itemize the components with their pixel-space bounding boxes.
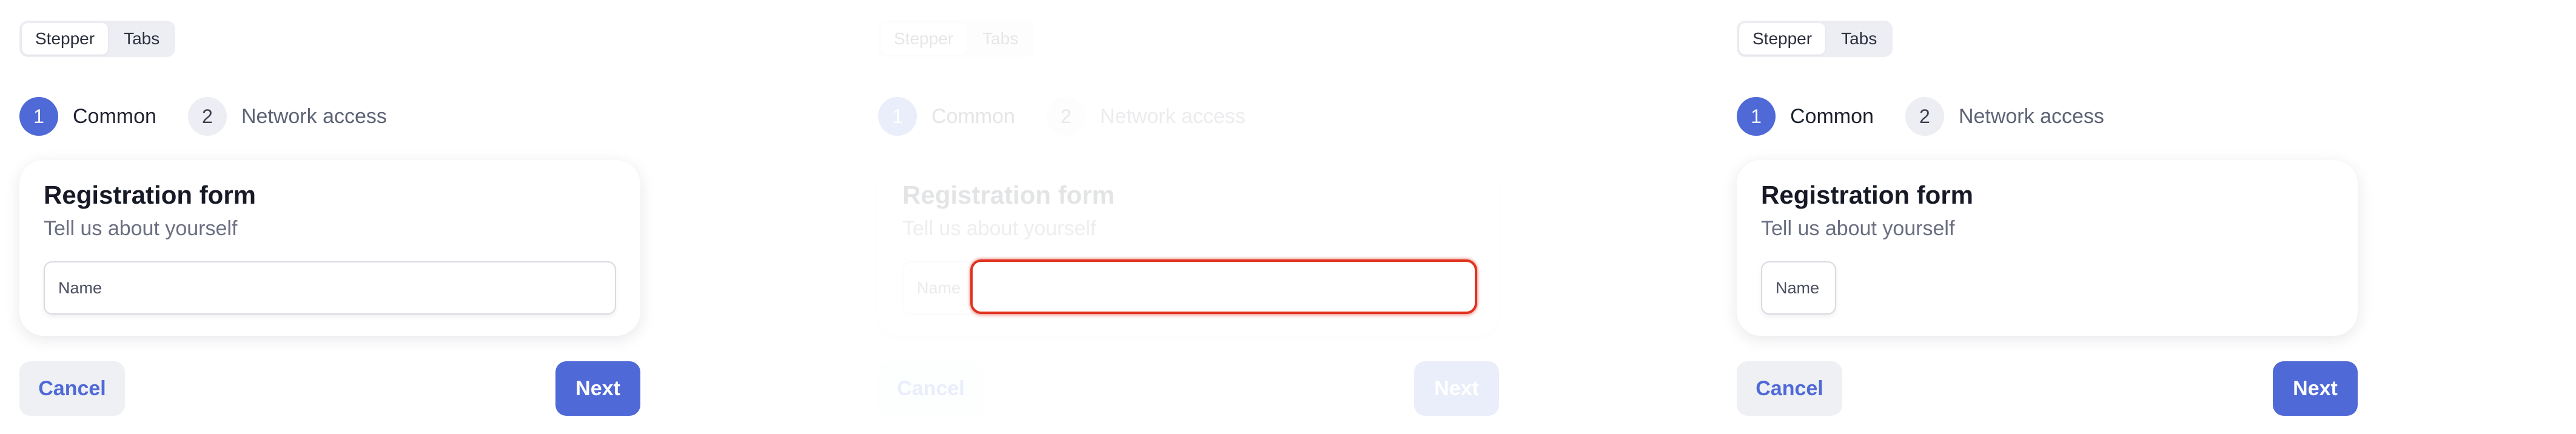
step-number: 2 bbox=[1905, 97, 1944, 136]
card-title: Registration form bbox=[902, 181, 1115, 209]
step-number: 1 bbox=[1737, 97, 1776, 136]
card-title: Registration form bbox=[44, 181, 257, 209]
card-subtitle: Tell us about yourself bbox=[902, 217, 1096, 240]
step-label: Common bbox=[931, 104, 1015, 128]
step-common[interactable]: 1 Common bbox=[878, 97, 1015, 136]
switcher-stepper[interactable]: Stepper bbox=[880, 23, 967, 55]
step-label: Common bbox=[73, 104, 156, 128]
step-common[interactable]: 1 Common bbox=[1737, 97, 1874, 136]
stepper: 1 Common 2 Network access bbox=[878, 97, 1277, 136]
view-switcher: Stepper Tabs bbox=[878, 21, 1035, 57]
card-subtitle: Tell us about yourself bbox=[44, 217, 238, 240]
view-switcher: Stepper Tabs bbox=[19, 21, 176, 57]
step-network-access[interactable]: 2 Network access bbox=[187, 97, 387, 136]
step-label: Network access bbox=[1958, 104, 2104, 128]
next-button[interactable]: Next bbox=[2273, 361, 2358, 416]
next-button[interactable]: Next bbox=[1414, 361, 1499, 416]
panel-state-collapsed: Stepper Tabs 1 Common 2 Network access R… bbox=[1717, 0, 2576, 434]
switcher-tabs[interactable]: Tabs bbox=[1828, 23, 1890, 55]
name-field[interactable]: Name bbox=[1761, 261, 1836, 315]
step-network-access[interactable]: 2 Network access bbox=[1905, 97, 2104, 136]
cancel-button[interactable]: Cancel bbox=[19, 361, 125, 416]
stage: Stepper Tabs 1 Common 2 Network access R… bbox=[0, 0, 2576, 434]
step-common[interactable]: 1 Common bbox=[19, 97, 156, 136]
panel-state-transition: Stepper Tabs 1 Common 2 Network access R… bbox=[859, 0, 1717, 434]
cancel-button[interactable]: Cancel bbox=[1737, 361, 1842, 416]
name-field[interactable]: Name bbox=[44, 261, 616, 315]
name-field[interactable]: Name bbox=[902, 261, 978, 315]
view-switcher: Stepper Tabs bbox=[1737, 21, 1893, 57]
step-number: 2 bbox=[1046, 97, 1085, 136]
stepper: 1 Common 2 Network access bbox=[19, 97, 418, 136]
card-title: Registration form bbox=[1761, 181, 1974, 209]
switcher-tabs[interactable]: Tabs bbox=[110, 23, 173, 55]
step-label: Common bbox=[1790, 104, 1874, 128]
panel-state-default: Stepper Tabs 1 Common 2 Network access R… bbox=[0, 0, 859, 434]
step-network-access[interactable]: 2 Network access bbox=[1046, 97, 1246, 136]
focus-ring-overlay bbox=[970, 259, 1477, 314]
step-number: 1 bbox=[19, 97, 58, 136]
switcher-stepper[interactable]: Stepper bbox=[1739, 23, 1826, 55]
registration-card: Registration form Tell us about yourself… bbox=[1737, 160, 2358, 336]
cancel-button[interactable]: Cancel bbox=[878, 361, 984, 416]
switcher-tabs[interactable]: Tabs bbox=[969, 23, 1031, 55]
next-button[interactable]: Next bbox=[555, 361, 640, 416]
step-number: 2 bbox=[187, 97, 227, 136]
registration-card: Registration form Tell us about yourself… bbox=[19, 160, 640, 336]
step-label: Network access bbox=[241, 104, 387, 128]
step-number: 1 bbox=[878, 97, 917, 136]
step-label: Network access bbox=[1099, 104, 1246, 128]
card-subtitle: Tell us about yourself bbox=[1761, 217, 1955, 240]
switcher-stepper[interactable]: Stepper bbox=[22, 23, 109, 55]
stepper: 1 Common 2 Network access bbox=[1737, 97, 2136, 136]
